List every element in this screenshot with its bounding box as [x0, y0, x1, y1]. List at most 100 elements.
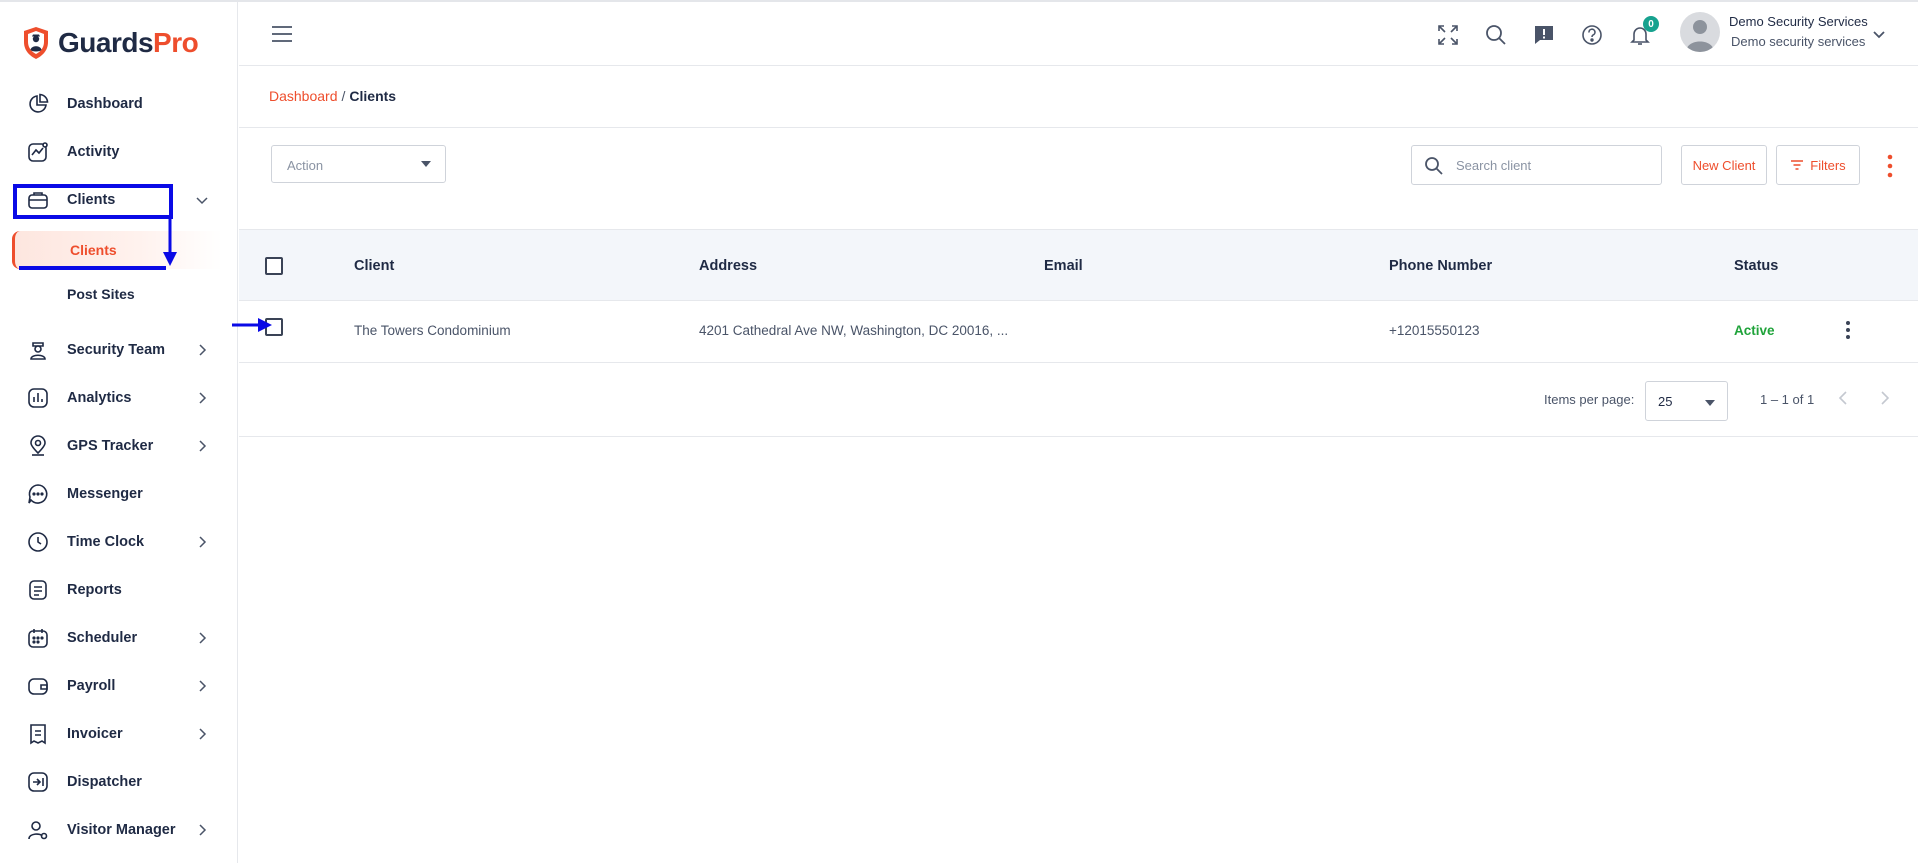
table-row[interactable]: The Towers Condominium 4201 Cathedral Av… [239, 301, 1918, 363]
sidebar-item-label: Messenger [67, 486, 143, 502]
sidebar-item-label: Activity [67, 144, 120, 160]
sidebar-item-visitor-manager[interactable]: Visitor Manager [0, 810, 238, 850]
chevron-right-icon[interactable] [194, 438, 210, 454]
sidebar-item-invoicer[interactable]: Invoicer [0, 714, 238, 754]
dispatcher-icon [26, 770, 50, 794]
row-checkbox[interactable] [265, 318, 283, 336]
sidebar-item-dispatcher[interactable]: Dispatcher [0, 762, 238, 802]
sidebar-subitem-post-sites[interactable]: Post Sites [12, 275, 222, 313]
chevron-right-icon[interactable] [194, 534, 210, 550]
column-header-address[interactable]: Address [699, 258, 757, 274]
scheduler-icon [26, 626, 50, 650]
user-company: Demo security services [1731, 34, 1866, 49]
sidebar-item-analytics[interactable]: Analytics [0, 378, 238, 418]
invoicer-icon [26, 722, 50, 746]
sidebar-item-gps-tracker[interactable]: GPS Tracker [0, 426, 238, 466]
sidebar-item-scheduler[interactable]: Scheduler [0, 618, 238, 658]
column-header-client[interactable]: Client [354, 258, 394, 274]
sidebar-item-label: Clients [67, 192, 116, 208]
column-header-status[interactable]: Status [1734, 258, 1778, 274]
search-icon [1425, 157, 1443, 175]
sidebar-item-label: Payroll [67, 678, 116, 694]
sidebar-item-dashboard[interactable]: Dashboard [0, 84, 238, 124]
sidebar-item-label: Analytics [67, 390, 132, 406]
filter-icon [1791, 160, 1804, 170]
messenger-icon [26, 482, 50, 506]
previous-page-icon[interactable] [1835, 389, 1853, 407]
sidebar: GuardsPro Dashboard Activity Clients Cli… [0, 2, 238, 863]
chevron-down-icon[interactable] [194, 192, 210, 208]
clients-icon [26, 188, 50, 212]
user-name[interactable]: Demo Security Services [1729, 14, 1868, 29]
breadcrumb-separator: / [341, 88, 346, 104]
chevron-right-icon[interactable] [194, 678, 210, 694]
chevron-right-icon[interactable] [194, 822, 210, 838]
breadcrumb-dashboard-link[interactable]: Dashboard [269, 88, 338, 104]
sidebar-item-label: Visitor Manager [67, 822, 176, 838]
sidebar-subitem-clients[interactable]: Clients [12, 231, 222, 269]
sidebar-item-label: Dashboard [67, 96, 143, 112]
sidebar-item-time-clock[interactable]: Time Clock [0, 522, 238, 562]
next-page-icon[interactable] [1875, 389, 1893, 407]
payroll-icon [26, 674, 50, 698]
sidebar-item-label: Reports [67, 582, 122, 598]
time-clock-icon [26, 530, 50, 554]
gps-tracker-icon [26, 434, 50, 458]
visitor-manager-icon [26, 818, 50, 842]
column-header-phone[interactable]: Phone Number [1389, 258, 1492, 274]
cell-phone: +12015550123 [1389, 323, 1480, 338]
items-per-page-select[interactable]: 25 [1645, 381, 1728, 421]
breadcrumb-bar: Dashboard / Clients [239, 66, 1918, 128]
filters-button[interactable]: Filters [1776, 145, 1860, 185]
dashboard-icon [26, 92, 50, 116]
bell-icon[interactable]: 0 [1627, 16, 1659, 48]
action-select-placeholder: Action [287, 158, 324, 173]
menu-icon[interactable] [271, 24, 293, 44]
sidebar-item-clients[interactable]: Clients [0, 180, 238, 220]
sidebar-subitem-label: Clients [70, 242, 117, 258]
chevron-right-icon[interactable] [194, 390, 210, 406]
activity-icon [26, 140, 50, 164]
sidebar-item-activity[interactable]: Activity [0, 132, 238, 172]
logo-text: GuardsPro [58, 27, 199, 58]
avatar[interactable] [1680, 12, 1720, 52]
table-header: Client Address Email Phone Number Status [239, 229, 1918, 301]
analytics-icon [26, 386, 50, 410]
chevron-right-icon[interactable] [194, 342, 210, 358]
logo-shield-icon [24, 27, 48, 59]
search-client-input[interactable] [1456, 154, 1651, 176]
new-client-button[interactable]: New Client [1681, 145, 1767, 185]
search-icon[interactable] [1483, 22, 1509, 48]
filters-label: Filters [1810, 157, 1846, 173]
cell-client[interactable]: The Towers Condominium [354, 323, 511, 338]
sidebar-item-payroll[interactable]: Payroll [0, 666, 238, 706]
help-icon[interactable] [1579, 22, 1605, 48]
more-options-icon[interactable] [1880, 153, 1900, 179]
chevron-right-icon[interactable] [194, 726, 210, 742]
action-select[interactable]: Action [271, 145, 446, 183]
sidebar-item-reports[interactable]: Reports [0, 570, 238, 610]
chevron-right-icon[interactable] [194, 630, 210, 646]
security-team-icon [26, 338, 50, 362]
sidebar-item-label: Security Team [67, 342, 166, 358]
sidebar-item-label: Scheduler [67, 630, 138, 646]
search-client-box[interactable] [1411, 145, 1662, 185]
column-header-email[interactable]: Email [1044, 258, 1083, 274]
sidebar-item-messenger[interactable]: Messenger [0, 474, 238, 514]
caret-down-icon [421, 161, 431, 167]
sidebar-item-security-team[interactable]: Security Team [0, 330, 238, 370]
logo[interactable]: GuardsPro [22, 24, 199, 62]
row-more-options-icon[interactable] [1840, 318, 1856, 342]
caret-down-icon [1705, 400, 1715, 406]
fullscreen-icon[interactable] [1435, 22, 1461, 48]
breadcrumb-current: Clients [349, 88, 397, 104]
sidebar-item-label: GPS Tracker [67, 438, 154, 454]
breadcrumb: Dashboard / Clients [269, 88, 396, 104]
feedback-icon[interactable] [1531, 22, 1557, 48]
select-all-checkbox[interactable] [265, 257, 283, 275]
pagination-range: 1 – 1 of 1 [1760, 392, 1815, 407]
items-per-page-label: Items per page: [1544, 392, 1635, 407]
sidebar-item-label: Invoicer [67, 726, 123, 742]
chevron-down-icon[interactable] [1871, 26, 1887, 42]
status-badge: Active [1734, 323, 1775, 338]
